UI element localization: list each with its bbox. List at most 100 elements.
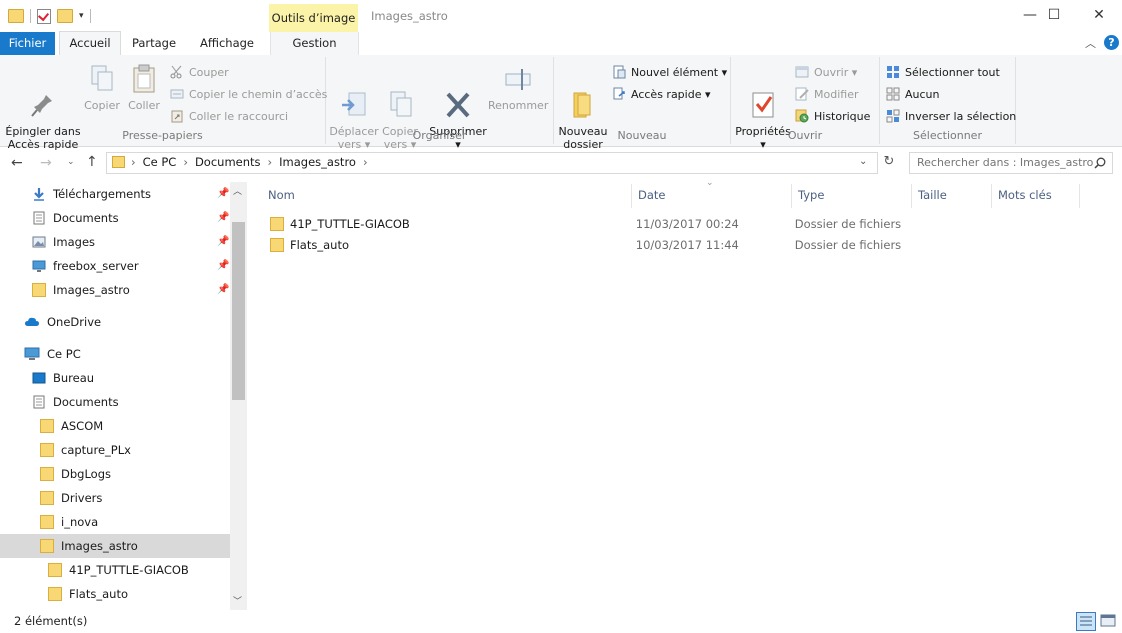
column-header-taille[interactable]: Taille [912, 184, 992, 208]
nav-item-documents[interactable]: Documents [32, 390, 119, 414]
group-presse-papiers: Épingler dans Accès rapide Copier Coller… [0, 57, 327, 151]
nav-item-ascom[interactable]: ASCOM [40, 414, 103, 438]
edit-icon [795, 87, 809, 101]
copy-button[interactable]: Copier [82, 63, 122, 112]
scroll-down-chevron-icon[interactable]: ﹀ [233, 594, 242, 607]
invert-selection-button[interactable]: Inverser la sélection [886, 106, 1016, 126]
open-button[interactable]: Ouvrir ▾ [795, 62, 857, 82]
maximize-button[interactable]: ☐ [1031, 0, 1077, 30]
nav-item-documents-quick[interactable]: Documents [32, 206, 119, 230]
nav-item-flats-auto[interactable]: Flats_auto [48, 582, 128, 606]
breadcrumb-documents[interactable]: Documents [195, 155, 261, 169]
tab-fichier[interactable]: Fichier [0, 32, 55, 55]
column-header-type[interactable]: Type [792, 184, 912, 208]
up-arrow-icon[interactable]: ↑ [86, 154, 98, 170]
nav-item-drivers[interactable]: Drivers [40, 486, 102, 510]
nav-item-freebox-server[interactable]: freebox_server [32, 254, 139, 278]
properties-icon[interactable] [37, 8, 51, 24]
cell-type: Dossier de fichiers [794, 237, 902, 252]
nav-item-telechargements[interactable]: Téléchargements [32, 182, 151, 206]
back-arrow-icon[interactable]: ← [11, 155, 23, 171]
nav-item-images[interactable]: Images [32, 230, 95, 254]
new-item-button[interactable]: Nouvel élément ▾ [612, 62, 727, 82]
copy-label: Copier [84, 99, 120, 112]
tab-partage[interactable]: Partage [124, 32, 184, 55]
nav-item-i-nova[interactable]: i_nova [40, 510, 98, 534]
pin-icon[interactable]: 📌 [217, 260, 229, 271]
cell-name: 41P_TUTTLE-GIACOB [290, 216, 410, 231]
recent-locations-chevron-icon[interactable]: ⌄ [67, 157, 75, 167]
nav-item-bureau[interactable]: Bureau [32, 366, 94, 390]
paste-shortcut-button[interactable]: Coller le raccourci [170, 106, 288, 126]
breadcrumb-separator-icon[interactable]: › [183, 155, 188, 169]
status-item-count: 2 élément(s) [14, 614, 88, 628]
cell-date: 11/03/2017 00:24 [635, 216, 739, 231]
nav-item-images-astro[interactable]: Images_astro [40, 534, 138, 558]
scroll-up-chevron-icon[interactable]: ︿ [233, 184, 242, 197]
tab-accueil[interactable]: Accueil [59, 31, 121, 56]
details-view-button[interactable] [1076, 612, 1096, 631]
pin-icon [28, 76, 58, 117]
breadcrumb-separator-icon[interactable]: › [363, 155, 368, 169]
easy-access-button[interactable]: Accès rapide ▾ [612, 84, 711, 104]
large-icons-view-button[interactable] [1099, 612, 1119, 631]
nav-item-label: ASCOM [61, 419, 104, 433]
tab-gestion[interactable]: Gestion [270, 32, 359, 55]
forward-arrow-icon[interactable]: → [40, 155, 52, 171]
desktop-icon [32, 372, 46, 384]
breadcrumb-separator-icon[interactable]: › [268, 155, 273, 169]
pin-icon[interactable]: 📌 [217, 236, 229, 247]
nav-item-41p-tuttle-giacob[interactable]: 41P_TUTTLE-GIACOB [48, 558, 189, 582]
edit-button[interactable]: Modifier [795, 84, 858, 104]
document-icon [33, 395, 45, 409]
title-bar [0, 0, 1122, 32]
customize-qat-button[interactable]: ▾ [79, 11, 84, 21]
pin-icon[interactable]: 📌 [217, 212, 229, 223]
folder-icon [32, 283, 46, 297]
tab-affichage[interactable]: Affichage [192, 32, 262, 55]
rename-button[interactable]: Renommer [488, 63, 548, 112]
collapse-ribbon-icon[interactable]: ︿ [1085, 35, 1096, 51]
new-folder-icon[interactable] [57, 9, 73, 23]
breadcrumb-images-astro[interactable]: Images_astro [279, 155, 356, 169]
folder-icon [8, 9, 24, 23]
nav-scrollbar-thumb[interactable] [232, 222, 245, 400]
folder-icon [48, 563, 62, 577]
copy-to-icon [385, 76, 415, 117]
nav-item-onedrive[interactable]: OneDrive [24, 310, 101, 334]
select-all-button[interactable]: Sélectionner tout [886, 62, 1000, 82]
folder-icon [40, 443, 54, 457]
search-input[interactable] [910, 153, 1097, 171]
pin-icon[interactable]: 📌 [217, 188, 229, 199]
nav-item-images-astro-quick[interactable]: Images_astro [32, 278, 130, 302]
nav-item-ce-pc[interactable]: Ce PC [24, 342, 81, 366]
search-icon[interactable] [1094, 157, 1106, 169]
breadcrumb-ce-pc[interactable]: Ce PC [143, 155, 177, 169]
table-row[interactable]: 41P_TUTTLE-GIACOB 11/03/2017 00:24 Dossi… [264, 213, 914, 234]
open-icon [795, 65, 809, 79]
copy-path-button[interactable]: Copier le chemin d’accès [170, 84, 327, 104]
select-none-button[interactable]: Aucun [886, 84, 940, 104]
help-icon[interactable]: ? [1104, 35, 1119, 50]
column-header-nom[interactable]: Nom [262, 184, 632, 208]
select-all-icon [886, 65, 900, 79]
paste-button[interactable]: Coller [124, 63, 164, 112]
history-button[interactable]: Historique [795, 106, 870, 126]
address-history-chevron-icon[interactable]: ⌄ [859, 156, 867, 167]
cut-button[interactable]: Couper [170, 62, 229, 82]
address-bar[interactable]: › Ce PC › Documents › Images_astro › ⌄ [106, 152, 878, 174]
column-header-mots-cles[interactable]: Mots clés [992, 184, 1080, 208]
pin-icon[interactable]: 📌 [217, 284, 229, 295]
table-row[interactable]: Flats_auto 10/03/2017 11:44 Dossier de f… [264, 234, 914, 255]
paste-label: Coller [128, 99, 160, 112]
large-icons-view-icon [1100, 614, 1116, 627]
search-box[interactable] [909, 152, 1113, 174]
nav-item-dbglogs[interactable]: DbgLogs [40, 462, 111, 486]
clipboard-icon [129, 63, 159, 95]
invert-selection-label: Inverser la sélection [905, 109, 1017, 123]
invert-selection-icon [886, 109, 900, 123]
nav-item-label: Images [53, 235, 96, 249]
nav-item-capture-plx[interactable]: capture_PLx [40, 438, 131, 462]
close-button[interactable]: ✕ [1076, 0, 1122, 30]
refresh-icon[interactable]: ↻ [880, 153, 898, 171]
